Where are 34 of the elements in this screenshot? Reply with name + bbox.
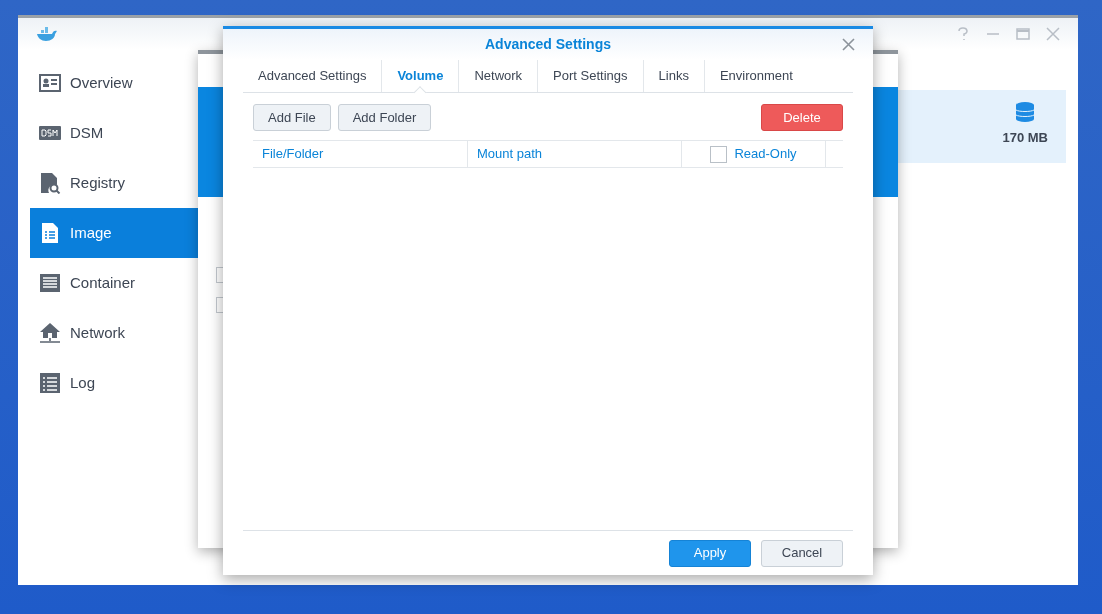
whale-logo-icon xyxy=(36,27,58,41)
add-file-button[interactable]: Add File xyxy=(253,104,331,131)
tab[interactable]: Port Settings xyxy=(537,60,643,92)
tab[interactable]: Environment xyxy=(703,60,808,92)
cancel-button[interactable]: Cancel xyxy=(761,539,843,567)
tab[interactable]: Volume xyxy=(381,60,459,92)
house-network-icon xyxy=(39,322,61,344)
help-icon[interactable] xyxy=(956,27,970,41)
column-header[interactable]: File/Folder xyxy=(253,141,467,167)
checkbox[interactable] xyxy=(710,145,728,163)
sidebar-item[interactable]: DSM xyxy=(30,108,198,158)
close-icon[interactable] xyxy=(842,38,855,51)
tab[interactable]: Links xyxy=(642,60,704,92)
id-card-icon xyxy=(39,72,61,94)
document-search-icon xyxy=(39,172,61,194)
close-icon[interactable] xyxy=(1046,27,1060,41)
sidebar-item[interactable]: Container xyxy=(30,258,198,308)
dialog-title: Advanced Settings xyxy=(485,35,611,54)
list-icon xyxy=(39,372,61,394)
storage-size: 170 MB xyxy=(1002,129,1048,147)
maximize-icon[interactable] xyxy=(1016,27,1030,41)
column-header[interactable]: Mount path xyxy=(467,141,681,167)
sidebar-item[interactable]: Image xyxy=(30,208,198,258)
document-list-icon xyxy=(39,222,61,244)
database-icon xyxy=(1016,102,1035,122)
add-folder-button[interactable]: Add Folder xyxy=(337,104,432,131)
sidebar-item[interactable]: Network xyxy=(30,308,198,358)
sidebar-item[interactable]: Overview xyxy=(30,58,198,108)
container-icon xyxy=(39,272,61,294)
tab[interactable]: Network xyxy=(458,60,538,92)
sidebar-item[interactable]: Registry xyxy=(30,158,198,208)
tab[interactable]: Advanced Settings xyxy=(243,60,382,92)
sidebar-item[interactable]: Log xyxy=(30,358,198,408)
column-header[interactable]: Read-Only xyxy=(734,144,797,164)
